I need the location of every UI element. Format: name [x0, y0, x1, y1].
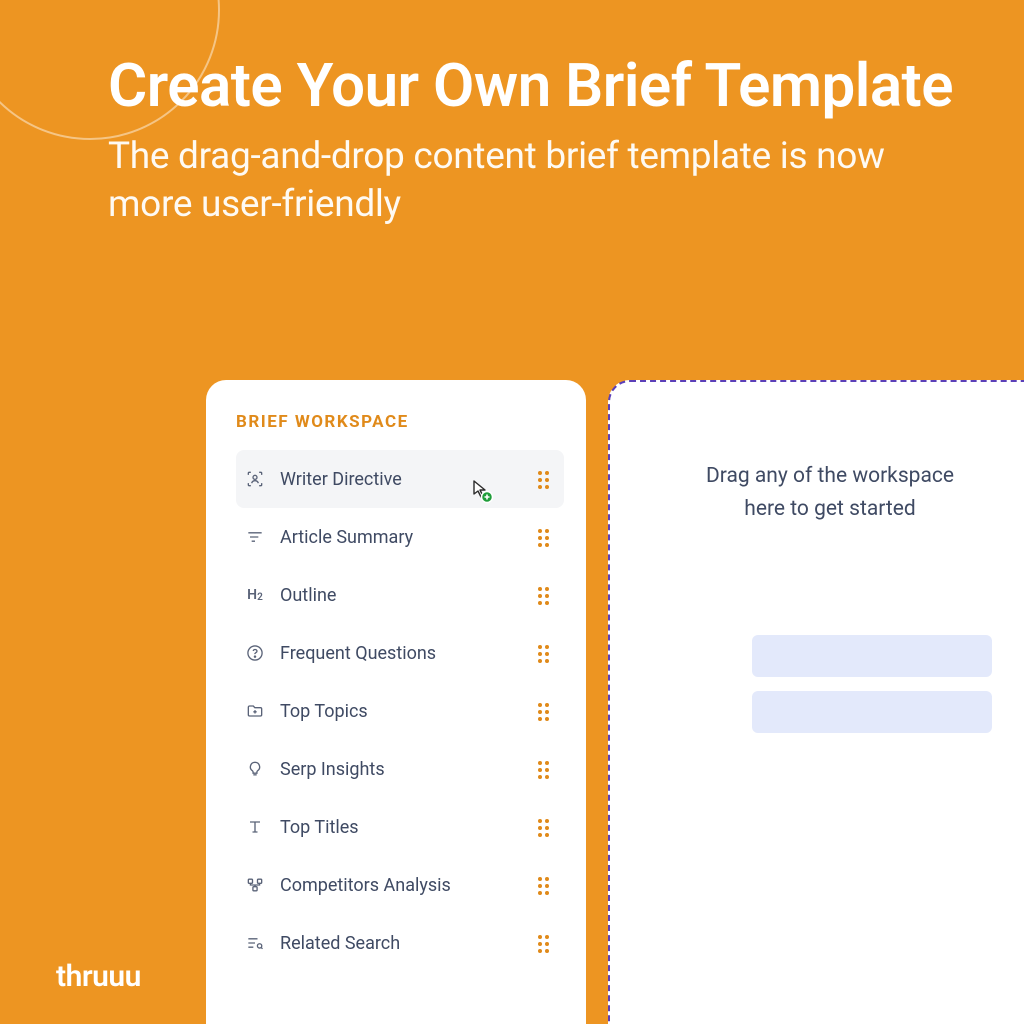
- workspace-item-related-search[interactable]: Related Search: [236, 914, 564, 972]
- list-search-icon: [244, 932, 266, 954]
- workspace-item-label: Frequent Questions: [280, 643, 538, 664]
- page-title: Create Your Own Brief Template: [108, 52, 964, 119]
- drag-handle-icon[interactable]: [538, 587, 554, 603]
- brief-workspace-panel: BRIEF WORKSPACE Writer Directive Article…: [206, 380, 586, 1024]
- dropzone-panel[interactable]: Drag any of the workspace here to get st…: [608, 380, 1024, 1024]
- workspace-item-label: Related Search: [280, 933, 538, 954]
- drag-handle-icon[interactable]: [538, 645, 554, 661]
- help-circle-icon: [244, 642, 266, 664]
- placeholder-block: [752, 635, 992, 677]
- workspace-title: BRIEF WORKSPACE: [236, 412, 564, 432]
- workspace-item-label: Writer Directive: [280, 469, 538, 490]
- drag-handle-icon[interactable]: [538, 471, 554, 487]
- dropzone-hint: Drag any of the workspace here to get st…: [652, 460, 1008, 525]
- h2-icon: H2: [244, 584, 266, 606]
- dropzone-hint-line2: here to get started: [744, 497, 915, 521]
- workspace-item-frequent-questions[interactable]: Frequent Questions: [236, 624, 564, 682]
- workspace-item-label: Top Titles: [280, 817, 538, 838]
- lightbulb-icon: [244, 758, 266, 780]
- workspace-item-article-summary[interactable]: Article Summary: [236, 508, 564, 566]
- sitemap-icon: [244, 874, 266, 896]
- workspace-item-label: Article Summary: [280, 527, 538, 548]
- workspace-item-top-titles[interactable]: Top Titles: [236, 798, 564, 856]
- workspace-item-writer-directive[interactable]: Writer Directive: [236, 450, 564, 508]
- workspace-item-label: Outline: [280, 585, 538, 606]
- workspace-item-label: Competitors Analysis: [280, 875, 538, 896]
- workspace-item-label: Serp Insights: [280, 759, 538, 780]
- folder-add-icon: [244, 700, 266, 722]
- headline-block: Create Your Own Brief Template The drag-…: [108, 52, 964, 228]
- workspace-item-label: Top Topics: [280, 701, 538, 722]
- filter-lines-icon: [244, 526, 266, 548]
- workspace-item-outline[interactable]: H2 Outline: [236, 566, 564, 624]
- page-subtitle: The drag-and-drop content brief template…: [108, 133, 964, 228]
- brand-logo: thruuu: [56, 959, 141, 994]
- placeholder-block: [752, 691, 992, 733]
- workspace-item-competitors-analysis[interactable]: Competitors Analysis: [236, 856, 564, 914]
- drag-handle-icon[interactable]: [538, 529, 554, 545]
- person-focus-icon: [244, 468, 266, 490]
- text-t-icon: [244, 816, 266, 838]
- drag-handle-icon[interactable]: [538, 703, 554, 719]
- drag-handle-icon[interactable]: [538, 935, 554, 951]
- drag-handle-icon[interactable]: [538, 819, 554, 835]
- workspace-item-serp-insights[interactable]: Serp Insights: [236, 740, 564, 798]
- drag-handle-icon[interactable]: [538, 761, 554, 777]
- drag-handle-icon[interactable]: [538, 877, 554, 893]
- workspace-item-top-topics[interactable]: Top Topics: [236, 682, 564, 740]
- dropzone-placeholders: [752, 635, 992, 733]
- dropzone-hint-line1: Drag any of the workspace: [706, 464, 954, 488]
